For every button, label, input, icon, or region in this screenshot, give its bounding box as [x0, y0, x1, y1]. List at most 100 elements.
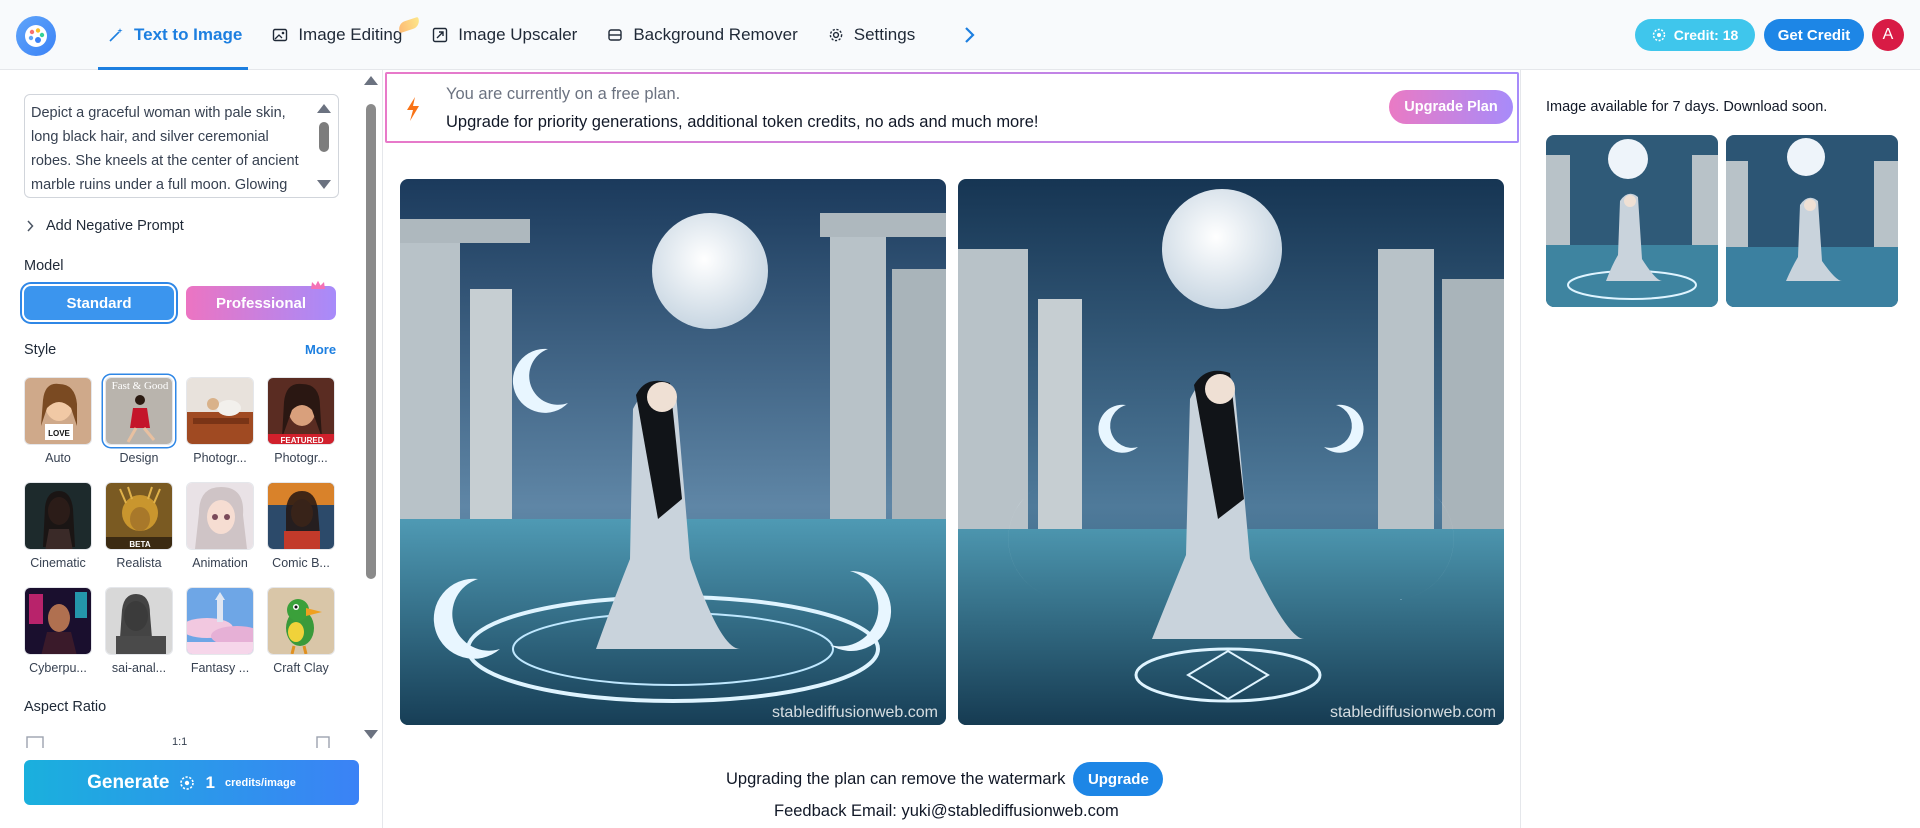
nav-text-to-image[interactable]: Text to Image — [97, 0, 249, 70]
generate-button[interactable]: Generate 1 credits/image — [24, 760, 359, 805]
new-badge-icon — [397, 16, 422, 34]
history-thumbnail-1[interactable] — [1546, 135, 1718, 307]
style-auto-sign-text: LOVE — [48, 429, 70, 438]
style-sai-analog-thumbnail — [105, 587, 173, 655]
top-bar: Text to Image Image Editing Image Upscal… — [0, 0, 1920, 70]
credit-icon — [1652, 28, 1665, 42]
watermark-note: Upgrading the plan can remove the waterm… — [726, 762, 1164, 796]
generate-credit-count: 1 — [205, 772, 215, 792]
scroll-down-icon[interactable] — [364, 730, 378, 739]
credit-icon — [180, 775, 195, 790]
aspect-landscape-icon[interactable] — [316, 736, 330, 748]
style-design-title-text: Fast & Good — [112, 380, 169, 392]
style-beta-badge-text: BETA — [129, 540, 150, 549]
more-styles-link[interactable]: More — [305, 342, 336, 357]
nav-background-remover-label: Background Remover — [633, 25, 798, 44]
style-comic-book-label: Comic B... — [272, 556, 330, 570]
credit-badge[interactable]: Credit: 18 — [1635, 19, 1755, 51]
aspect-ratio-selector[interactable]: 1:1 — [24, 730, 334, 748]
aspect-ratio-label: Aspect Ratio — [24, 699, 107, 715]
plan-upsell-text: Upgrade for priority generations, additi… — [446, 113, 1039, 131]
style-fantasy-label: Fantasy ... — [190, 661, 250, 675]
aspect-portrait-icon[interactable] — [26, 736, 44, 748]
avatar[interactable]: A — [1872, 19, 1904, 51]
style-cinematic-thumbnail — [24, 482, 92, 550]
generate-credit-unit: credits/image — [224, 776, 296, 789]
style-fantasy-thumbnail — [186, 587, 254, 655]
nav-image-editing-label: Image Editing — [298, 25, 403, 44]
get-credit-button[interactable]: Get Credit — [1764, 19, 1864, 51]
style-craft-clay-thumbnail — [267, 587, 335, 655]
plan-status-text: You are currently on a free plan. — [446, 85, 681, 103]
style-design[interactable]: Fast & Good Design — [105, 377, 173, 465]
style-cyberpunk-thumbnail — [24, 587, 92, 655]
style-photography-1-thumbnail — [186, 377, 254, 445]
style-photography-2-thumbnail: FEATURED — [267, 377, 335, 445]
main-nav: Text to Image Image Editing Image Upscal… — [97, 0, 945, 70]
style-photography-2-label: Photogr... — [274, 451, 328, 465]
style-auto[interactable]: LOVE Auto — [24, 377, 92, 465]
add-negative-prompt-toggle[interactable]: Add Negative Prompt — [26, 218, 184, 234]
free-plan-banner: You are currently on a free plan. Upgrad… — [385, 72, 1519, 143]
model-professional-button[interactable]: Professional — [186, 286, 336, 320]
style-cyberpunk-label: Cyberpu... — [29, 661, 87, 675]
model-standard-button[interactable]: Standard — [24, 286, 174, 320]
nav-background-remover[interactable]: Background Remover — [607, 0, 798, 70]
style-comic-book[interactable]: Comic B... — [267, 482, 335, 570]
style-animation-thumbnail — [186, 482, 254, 550]
style-comic-book-thumbnail — [267, 482, 335, 550]
style-auto-label: Auto — [45, 451, 71, 465]
image-2-watermark: stablediffusionweb.com — [1330, 704, 1496, 721]
lightning-icon — [407, 97, 419, 121]
negative-prompt-label: Add Negative Prompt — [46, 218, 184, 234]
style-realista[interactable]: BETA Realista — [105, 482, 173, 570]
generated-image-1[interactable]: stablediffusionweb.com — [400, 179, 946, 725]
nav-image-editing[interactable]: Image Editing — [272, 0, 422, 70]
style-auto-thumbnail: LOVE — [24, 377, 92, 445]
image-edit-icon — [273, 28, 288, 42]
scroll-down-icon[interactable] — [317, 180, 331, 189]
history-thumbnail-2[interactable] — [1726, 135, 1898, 307]
aspect-ratio-value: 1:1 — [172, 736, 188, 748]
feedback-email: Feedback Email: yuki@stablediffusionweb.… — [774, 802, 1119, 820]
upscale-icon — [433, 27, 448, 43]
nav-settings[interactable]: Settings — [828, 0, 915, 70]
credit-label: Credit: 18 — [1673, 27, 1739, 43]
style-sai-analog-label: sai-anal... — [111, 661, 167, 675]
watermark-note-text: Upgrading the plan can remove the waterm… — [726, 769, 1066, 788]
style-craft-clay-label: Craft Clay — [273, 661, 329, 675]
history-panel: Image available for 7 days. Download soo… — [1520, 70, 1920, 828]
nav-next-chevron-icon[interactable] — [956, 22, 982, 48]
eraser-icon — [608, 29, 623, 41]
generate-label: Generate — [87, 771, 170, 793]
prompt-textarea[interactable]: Depict a graceful woman with pale skin, … — [24, 94, 339, 198]
style-fantasy[interactable]: Fantasy ... — [186, 587, 254, 675]
prompt-scrollbar[interactable] — [313, 94, 335, 198]
style-craft-clay[interactable]: Craft Clay — [267, 587, 335, 675]
nav-image-upscaler[interactable]: Image Upscaler — [432, 0, 577, 70]
style-animation[interactable]: Animation — [186, 482, 254, 570]
scroll-up-icon[interactable] — [317, 104, 331, 113]
left-panel-scrollbar[interactable] — [363, 76, 379, 746]
magic-wand-icon — [109, 28, 123, 42]
scroll-thumb[interactable] — [366, 104, 376, 579]
scroll-thumb[interactable] — [319, 122, 329, 152]
nav-image-upscaler-label: Image Upscaler — [458, 25, 578, 44]
nav-text-to-image-label: Text to Image — [134, 25, 243, 44]
style-sai-analog[interactable]: sai-anal... — [105, 587, 173, 675]
upgrade-plan-button[interactable]: Upgrade Plan — [1389, 90, 1513, 124]
left-settings-panel: Depict a graceful woman with pale skin, … — [0, 70, 383, 828]
style-cyberpunk[interactable]: Cyberpu... — [24, 587, 92, 675]
style-realista-label: Realista — [116, 556, 162, 570]
style-photography-2[interactable]: FEATURED Photogr... — [267, 377, 335, 465]
style-design-thumbnail: Fast & Good — [105, 377, 173, 445]
app-logo-icon[interactable] — [16, 16, 56, 56]
upgrade-button[interactable]: Upgrade — [1073, 762, 1164, 796]
style-photography-1[interactable]: Photogr... — [186, 377, 254, 465]
style-animation-label: Animation — [192, 556, 248, 570]
style-cinematic[interactable]: Cinematic — [24, 482, 92, 570]
generated-image-2[interactable]: stablediffusionweb.com — [958, 179, 1504, 725]
nav-settings-label: Settings — [853, 25, 916, 44]
crown-icon — [311, 280, 325, 289]
scroll-up-icon[interactable] — [364, 76, 378, 85]
